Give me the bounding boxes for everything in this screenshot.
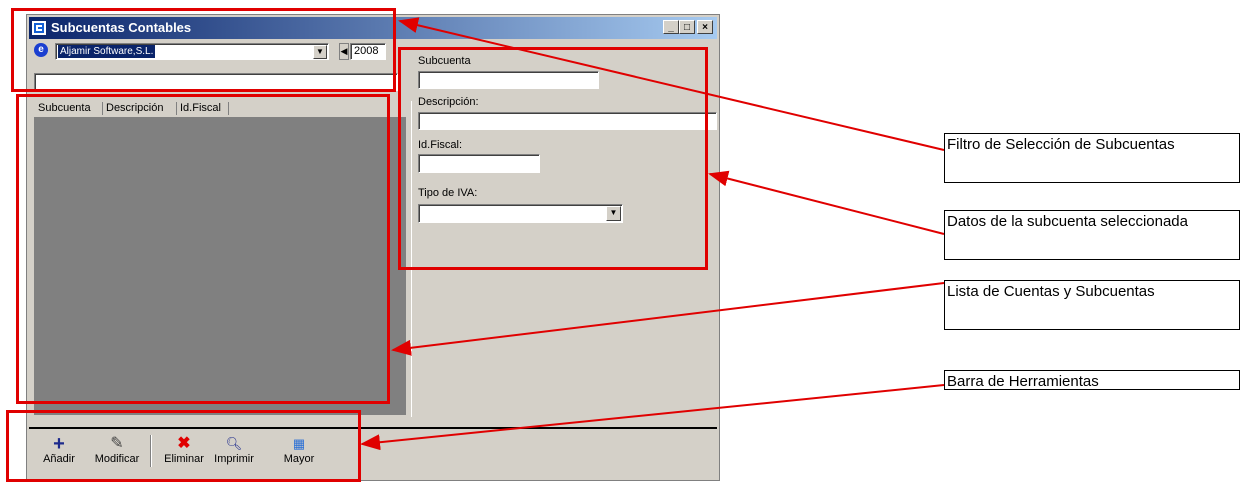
filter-arrow	[398, 17, 945, 151]
callout-toolbar: Barra de Herramientas	[944, 370, 1240, 390]
callout-list: Lista de Cuentas y Subcuentas	[944, 280, 1240, 330]
toolbar-arrow	[360, 384, 945, 451]
callout-details: Datos de la subcuenta seleccionada	[944, 210, 1240, 260]
details-arrow	[708, 170, 945, 235]
callout-filter: Filtro de Selección de Subcuentas	[944, 133, 1240, 183]
list-arrow	[391, 282, 945, 356]
